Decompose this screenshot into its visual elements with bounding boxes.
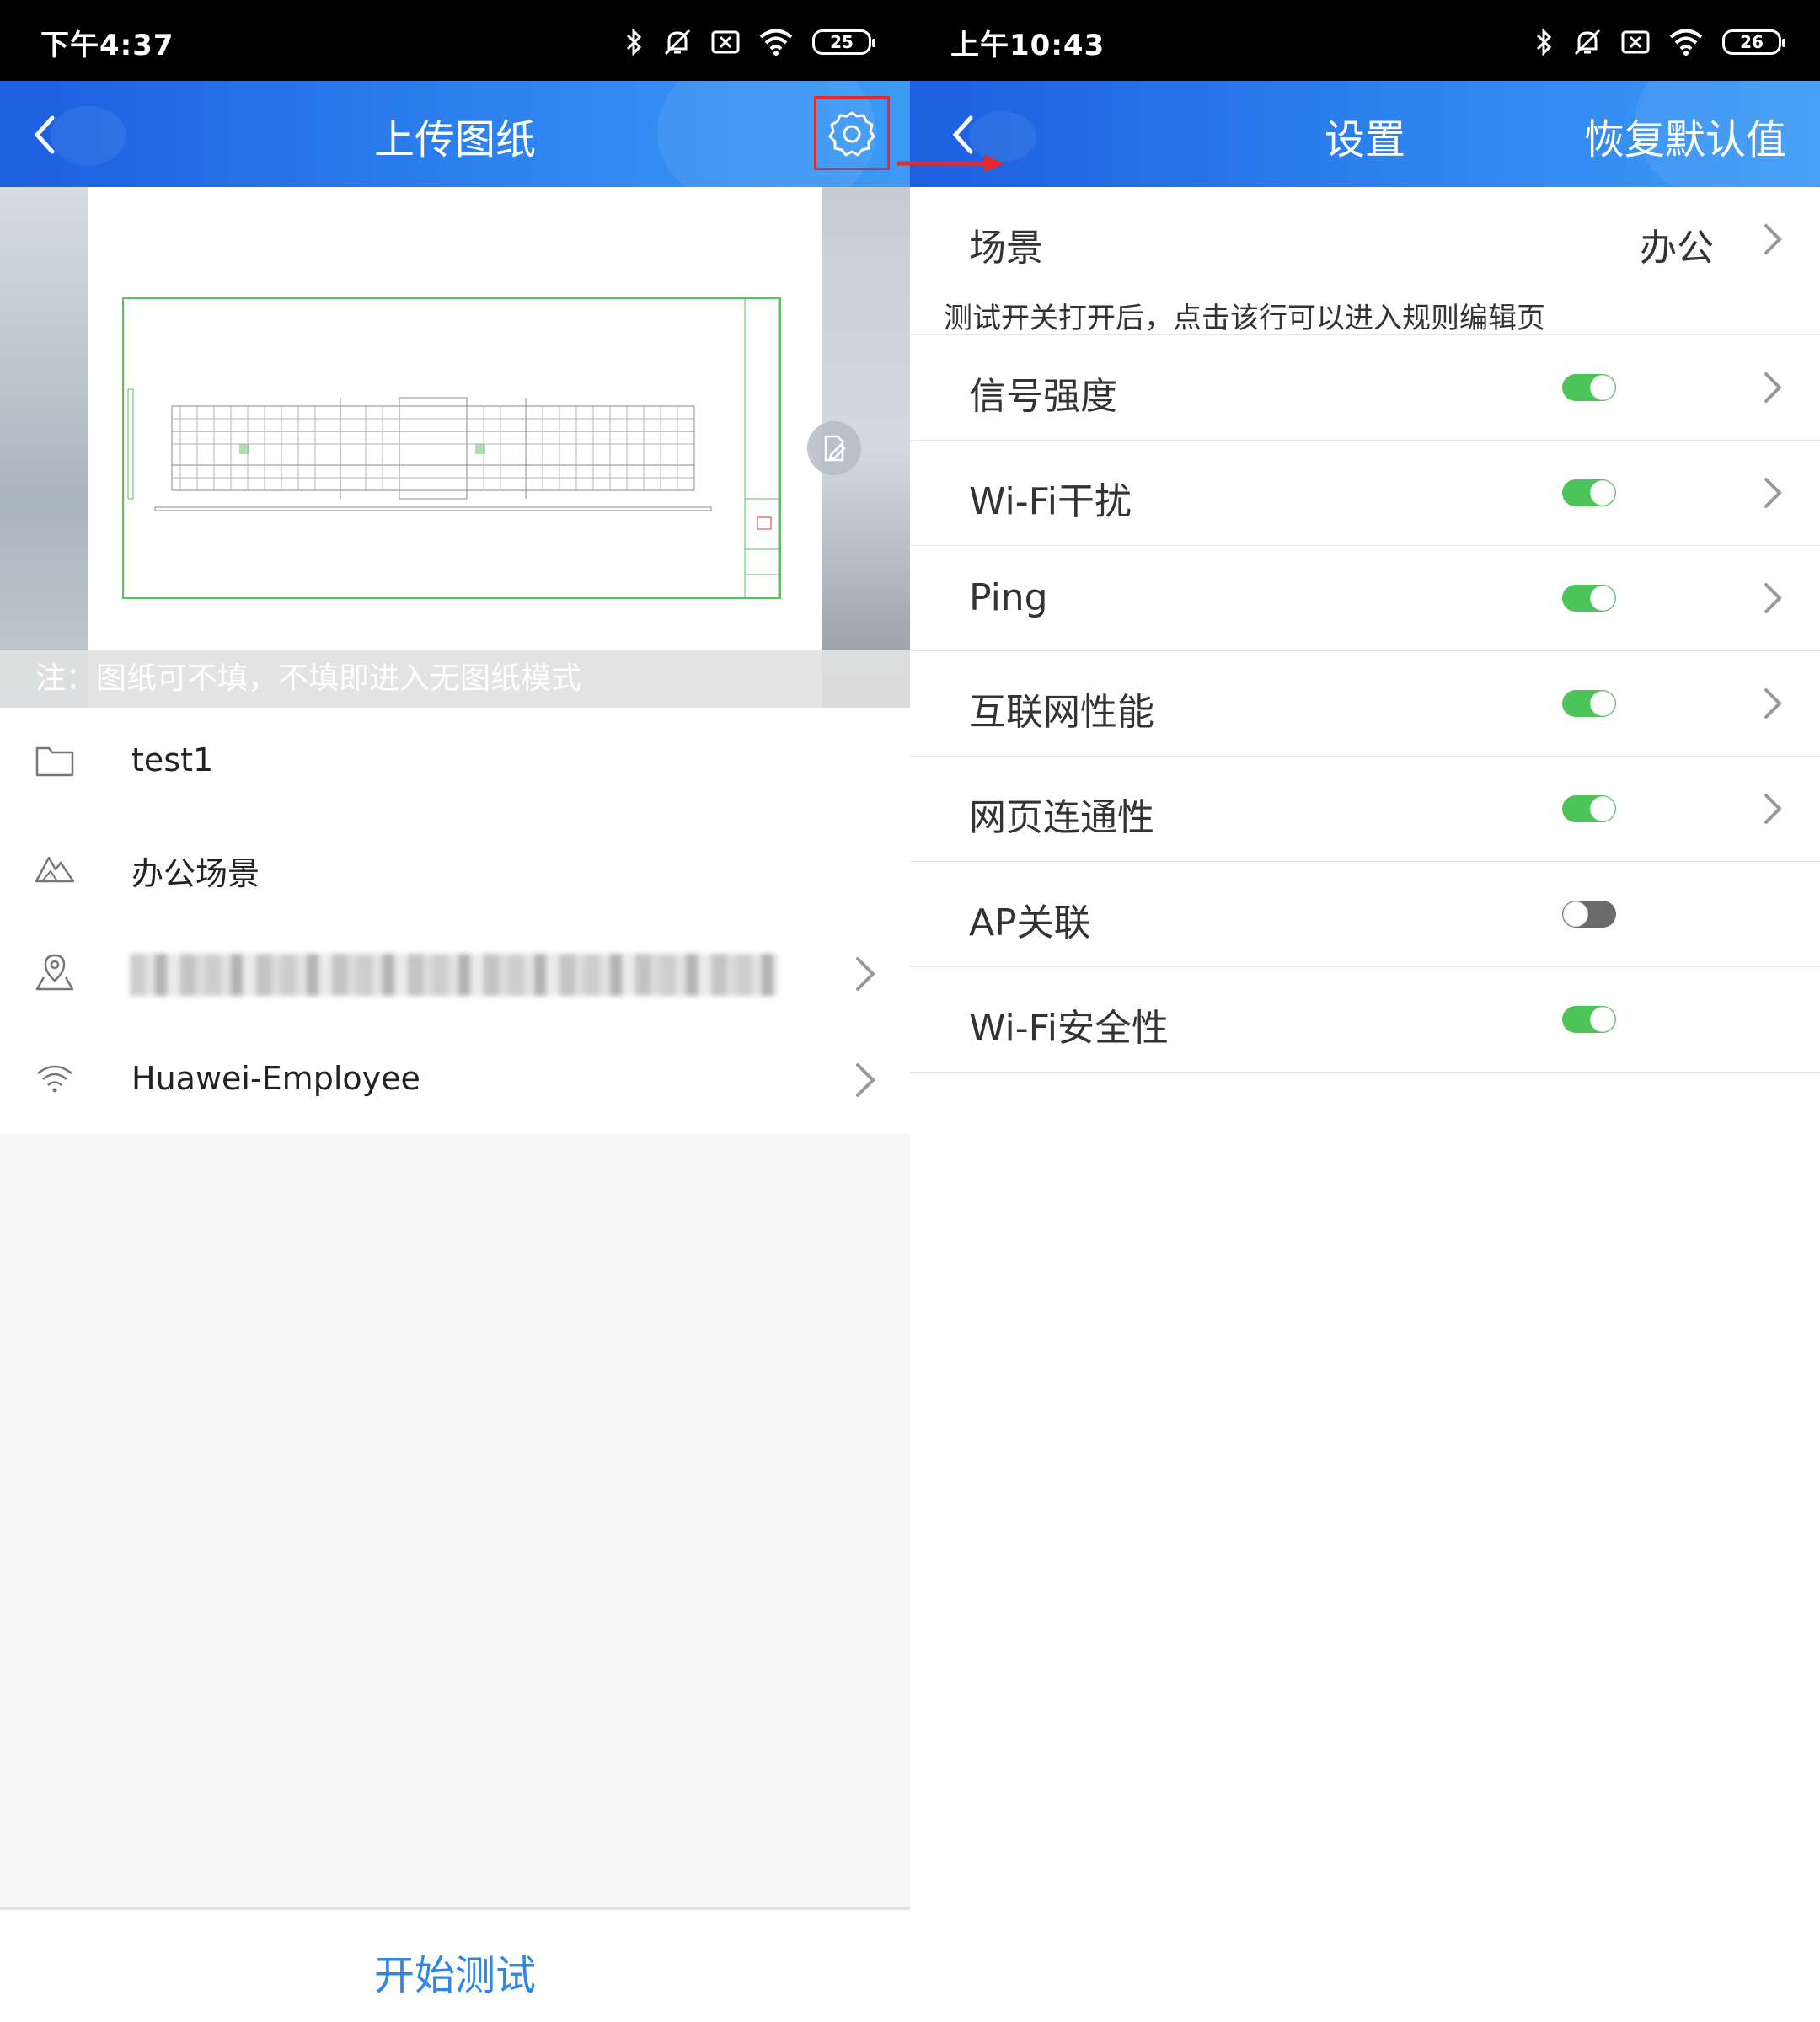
floor-plan-sheet: [88, 187, 822, 708]
battery-indicator: 26: [1722, 29, 1785, 55]
toggle-knob: [1590, 480, 1615, 506]
drawing-note: 注：图纸可不填，不填即进入无图纸模式: [0, 650, 910, 708]
wifi-status-icon: [1669, 29, 1703, 56]
chevron-right-icon: [1764, 583, 1782, 613]
setting-row-ap-association[interactable]: AP关联: [910, 862, 1820, 968]
setting-label: AP关联: [969, 901, 1091, 944]
status-icons: 25: [625, 25, 875, 59]
settings-hint: 测试开关打开后，点击该行可以进入规则编辑页: [910, 292, 1820, 335]
ssid-name: Huawei-Employee: [131, 1060, 420, 1097]
chevron-right-icon: [1764, 372, 1782, 403]
wifi-icon: [37, 1065, 72, 1093]
test-info-list: test1 办公场景 Huawei-Employee: [0, 708, 910, 1134]
scene-row[interactable]: 场景 办公: [910, 187, 1820, 293]
location-address-redacted: [130, 954, 779, 996]
app-header: 设置 恢复默认值: [910, 81, 1820, 187]
status-bar: 上午10:43 26: [910, 0, 1820, 81]
battery-indicator: 25: [812, 29, 875, 55]
map-pin-icon: [35, 954, 74, 991]
chevron-right-icon: [1764, 794, 1782, 824]
list-item-project[interactable]: test1: [0, 708, 910, 814]
setting-label: Wi-Fi安全性: [969, 1007, 1169, 1050]
toggle-switch[interactable]: [1562, 690, 1616, 717]
setting-label: 信号强度: [969, 375, 1117, 418]
status-time: 下午4:37: [40, 29, 174, 62]
setting-label: Wi-Fi干扰: [969, 480, 1132, 523]
mute-bell-icon: [1574, 29, 1601, 56]
page-title: 上传图纸: [373, 116, 536, 163]
restore-defaults-button[interactable]: 恢复默认值: [1584, 106, 1786, 165]
hint-text: 测试开关打开后，点击该行可以进入规则编辑页: [944, 302, 1545, 335]
setting-label: Ping: [969, 576, 1048, 619]
bluetooth-icon: [626, 28, 642, 56]
sim-off-icon: [1621, 30, 1650, 54]
chevron-right-icon: [1764, 224, 1782, 254]
settings-screen: 上午10:43 26 设置 恢复默认值 场景 办公 测试开关打开后，点击该行可以…: [910, 0, 1820, 2022]
setting-row-wifi-security[interactable]: Wi-Fi安全性: [910, 967, 1820, 1073]
edit-drawing-button[interactable]: [807, 421, 861, 475]
edit-document-icon: [824, 435, 846, 462]
setting-row-web-connectivity[interactable]: 网页连通性: [910, 757, 1820, 863]
toggle-switch[interactable]: [1562, 479, 1616, 506]
scene-label: 场景: [969, 227, 1043, 270]
floor-plan-image: [122, 297, 781, 599]
toggle-switch[interactable]: [1562, 901, 1616, 928]
toggle-knob: [1590, 586, 1615, 611]
wifi-status-icon: [759, 29, 793, 56]
mute-bell-icon: [664, 29, 691, 56]
sim-off-icon: [711, 30, 740, 54]
battery-level: 25: [830, 32, 854, 52]
toggle-knob: [1590, 691, 1615, 716]
background-photo: [0, 187, 88, 708]
scene-value: 办公: [1640, 227, 1714, 270]
start-test-button[interactable]: 开始测试: [0, 1942, 910, 2001]
status-time: 上午10:43: [950, 29, 1105, 62]
setting-label: 互联网性能: [969, 691, 1154, 734]
setting-row-signal-strength[interactable]: 信号强度: [910, 335, 1820, 441]
setting-row-wifi-interference[interactable]: Wi-Fi干扰: [910, 441, 1820, 547]
list-item-scene[interactable]: 办公场景: [0, 814, 910, 920]
bluetooth-icon: [1536, 28, 1552, 56]
chevron-right-icon: [1764, 478, 1782, 508]
guide-arrow: [897, 155, 1004, 172]
list-item-ssid[interactable]: Huawei-Employee: [0, 1026, 910, 1132]
toggle-switch[interactable]: [1562, 795, 1616, 822]
toggle-knob: [1590, 796, 1615, 821]
setting-row-internet-performance[interactable]: 互联网性能: [910, 651, 1820, 757]
chevron-right-icon: [1764, 688, 1782, 719]
project-name: test1: [131, 741, 214, 778]
chevron-right-icon: [856, 957, 875, 991]
toggle-knob: [1590, 375, 1615, 400]
folder-icon: [35, 746, 74, 777]
scene-name: 办公场景: [131, 855, 260, 892]
status-icons: 26: [1535, 25, 1785, 59]
status-bar: 下午4:37 25: [0, 0, 910, 81]
battery-level: 26: [1740, 32, 1764, 52]
upload-drawing-screen: 下午4:37 25 上传图纸 注：图纸可不填，不填即进入无图纸模式 test1 …: [0, 0, 910, 2022]
scene-mountain-icon: [35, 856, 75, 883]
toggle-knob: [1563, 901, 1588, 927]
app-header: 上传图纸: [0, 81, 910, 187]
toggle-switch[interactable]: [1562, 1006, 1616, 1033]
list-item-location[interactable]: [0, 920, 910, 1026]
gear-icon: [828, 111, 875, 157]
toggle-switch[interactable]: [1562, 585, 1616, 612]
settings-button[interactable]: [814, 96, 890, 170]
toggle-knob: [1590, 1007, 1615, 1032]
toggle-switch[interactable]: [1562, 374, 1616, 401]
setting-label: 网页连通性: [969, 796, 1154, 839]
setting-row-ping[interactable]: Ping: [910, 546, 1820, 652]
drawing-preview[interactable]: 注：图纸可不填，不填即进入无图纸模式: [0, 187, 910, 708]
chevron-right-icon: [856, 1063, 875, 1097]
bottom-bar: 开始测试: [0, 1907, 910, 2022]
